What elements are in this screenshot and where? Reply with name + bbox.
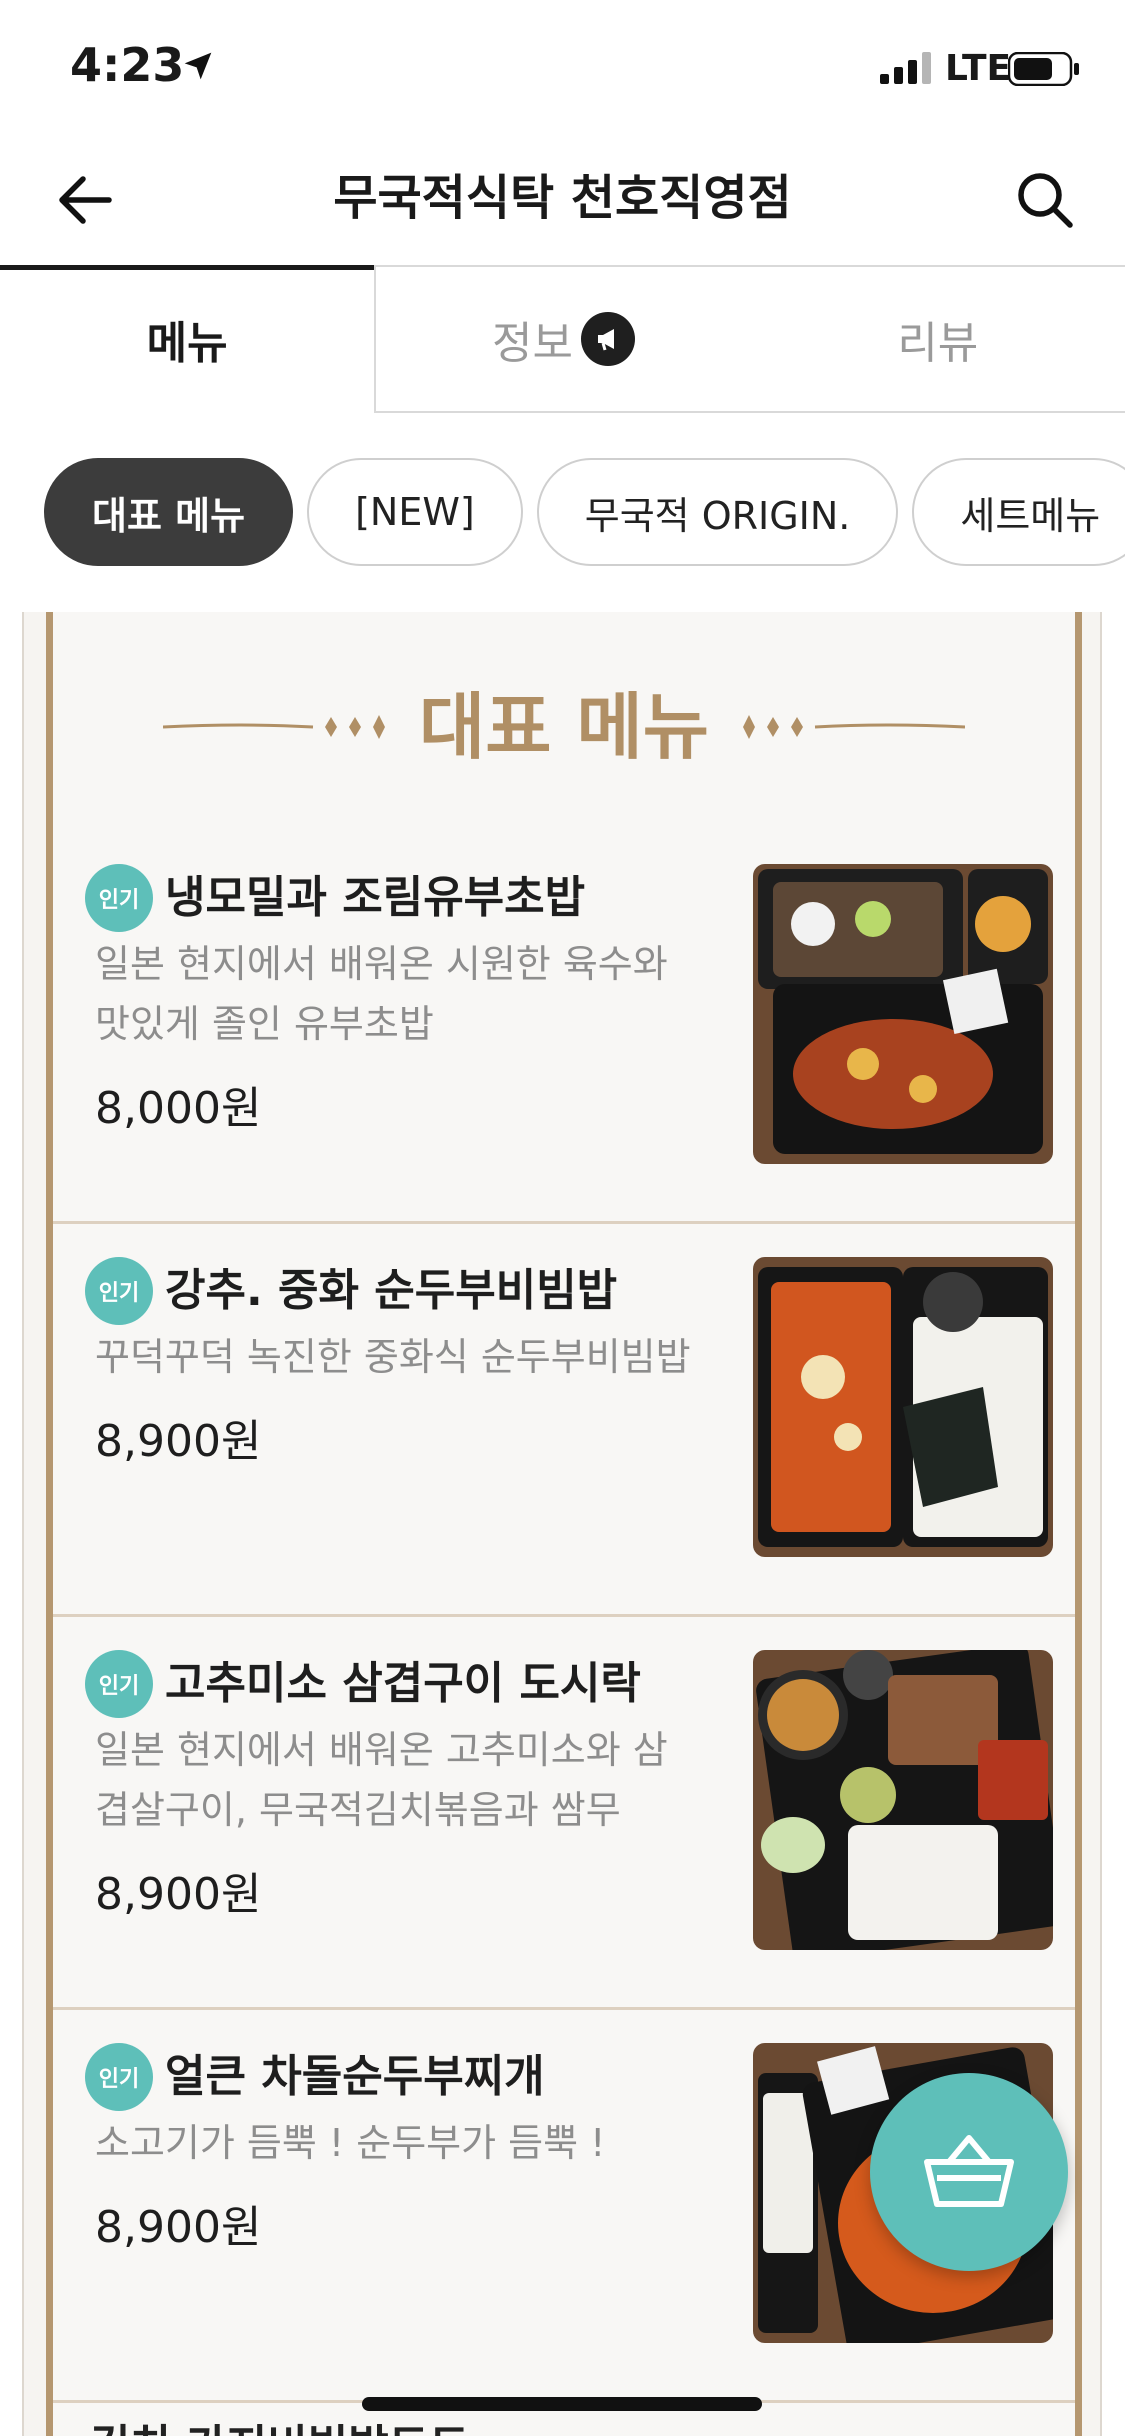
navigation-bar: 무국적식탁 천호직영점 <box>0 135 1125 265</box>
menu-item-price: 8,900원 <box>95 2202 262 2253</box>
chip-origin[interactable]: 무국적 ORIGIN. <box>536 458 899 566</box>
menu-item-name: 얼큰 차돌순두부찌개 <box>165 2051 545 2102</box>
tab-reviews-label: 리뷰 <box>897 318 979 369</box>
popular-badge: 인기 <box>85 864 153 932</box>
menu-item-photo <box>753 1650 1053 1950</box>
chip-set-menu[interactable]: 세트메뉴 <box>912 458 1125 566</box>
location-arrow-icon <box>184 52 212 80</box>
menu-item-description: 일본 현지에서 배워온 시원한 육수와 맛있게 졸인 유부초밥 <box>95 942 668 1046</box>
chip-new[interactable]: [NEW] <box>307 458 523 566</box>
menu-item-name: 고추미소 삼겹구이 도시락 <box>165 1658 641 1709</box>
menu-item-description: 꾸덕꾸덕 녹진한 중화식 순두부비빔밥 <box>95 1335 691 1379</box>
shopping-basket-icon <box>924 2135 1014 2207</box>
network-type: LTE <box>945 48 1012 89</box>
next-menu-item-name-partial: 김치 가지비빔밥도도 <box>90 2410 470 2436</box>
menu-item-photo <box>753 864 1053 1164</box>
menu-item-photo <box>753 1257 1053 1557</box>
menu-item[interactable]: 인기 고추미소 삼겹구이 도시락 일본 현지에서 배워온 고추미소와 삼겹살구이… <box>53 1620 1075 2010</box>
tab-info[interactable]: 정보 <box>374 265 751 413</box>
home-indicator <box>362 2397 762 2411</box>
menu-item-price: 8,900원 <box>95 1416 262 1467</box>
category-chips: 대표 메뉴 [NEW] 무국적 ORIGIN. 세트메뉴 <box>44 458 1125 568</box>
tab-info-label: 정보 <box>492 318 573 369</box>
page-title: 무국적식탁 천호직영점 <box>333 170 792 226</box>
megaphone-icon <box>580 312 635 366</box>
ornament-right-icon <box>743 715 965 739</box>
menu-item-price: 8,000원 <box>95 1083 262 1134</box>
status-time: 4:23 <box>70 38 185 92</box>
signal-bars-icon <box>880 52 931 84</box>
search-icon <box>1018 173 1073 228</box>
menu-item-name: 강추. 중화 순두부비빔밥 <box>165 1265 618 1316</box>
popular-badge: 인기 <box>85 1257 153 1325</box>
tab-menu[interactable]: 메뉴 <box>0 265 375 413</box>
search-button[interactable] <box>1010 165 1080 235</box>
menu-item-price: 8,900원 <box>95 1869 262 1920</box>
menu-item[interactable]: 인기 강추. 중화 순두부비빔밥 꾸덕꾸덕 녹진한 중화식 순두부비빔밥 8,9… <box>53 1227 1075 1617</box>
battery-icon <box>1008 52 1079 86</box>
status-bar: 4:23 LTE <box>0 0 1125 135</box>
popular-badge: 인기 <box>85 2043 153 2111</box>
menu-item[interactable]: 인기 냉모밀과 조림유부초밥 일본 현지에서 배워온 시원한 육수와 맛있게 졸… <box>53 834 1075 1224</box>
tab-menu-label: 메뉴 <box>146 318 228 369</box>
popular-badge: 인기 <box>85 1650 153 1718</box>
cart-button[interactable] <box>870 2073 1068 2271</box>
chip-signature-menu[interactable]: 대표 메뉴 <box>44 458 294 566</box>
store-tabs: 메뉴 정보 리뷰 <box>0 265 1125 413</box>
menu-item-description: 일본 현지에서 배워온 고추미소와 삼겹살구이, 무국적김치볶음과 쌈무 <box>95 1728 668 1832</box>
menu-item-description: 소고기가 듬뿍 ! 순두부가 듬뿍 ! <box>95 2121 606 2165</box>
menu-item-name: 냉모밀과 조림유부초밥 <box>165 872 586 923</box>
tab-reviews[interactable]: 리뷰 <box>750 265 1125 413</box>
